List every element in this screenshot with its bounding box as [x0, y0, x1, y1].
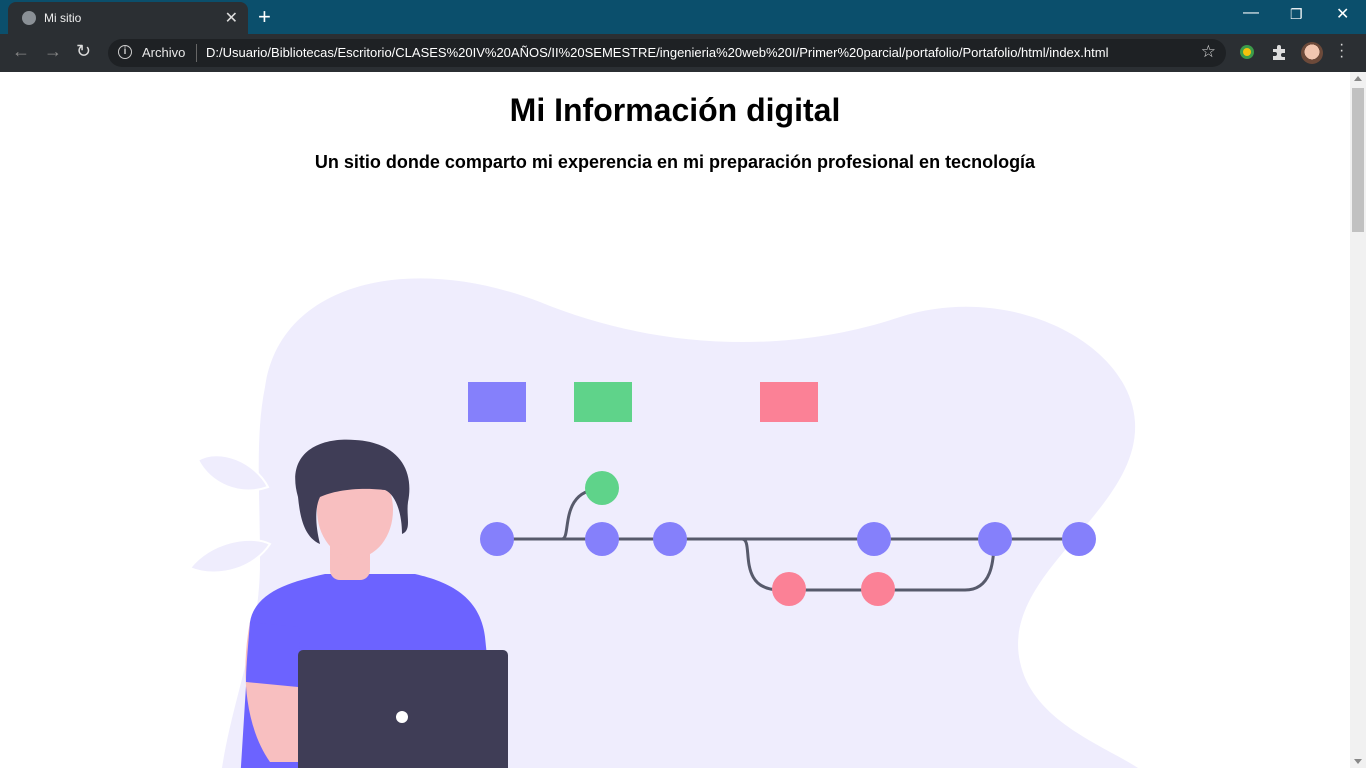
page-subtitle: Un sitio donde comparto mi experencia en… [314, 152, 1036, 172]
minimize-button[interactable]: — [1243, 4, 1259, 22]
globe-icon [22, 11, 36, 25]
git-node [857, 522, 891, 556]
url-text[interactable]: D:/Usuario/Bibliotecas/Escritorio/CLASES… [206, 45, 1108, 60]
profile-avatar[interactable] [1301, 42, 1323, 64]
address-scheme-label: Archivo [142, 45, 186, 60]
git-node [653, 522, 687, 556]
purple-square [468, 382, 526, 422]
restore-button[interactable]: ❐ [1290, 6, 1303, 23]
close-window-button[interactable]: ✕ [1336, 4, 1349, 24]
git-node-pink [772, 572, 806, 606]
scroll-down-icon[interactable] [1354, 759, 1362, 764]
git-node [480, 522, 514, 556]
browser-toolbar: ← → ↻ i Archivo D:/Usuario/Bibliotecas/E… [0, 34, 1366, 72]
vertical-scrollbar[interactable] [1350, 72, 1366, 768]
git-node [585, 522, 619, 556]
laptop-logo-dot [396, 711, 408, 723]
back-button[interactable]: ← [12, 41, 30, 62]
pink-square [760, 382, 818, 422]
reload-button[interactable]: ↻ [76, 41, 91, 62]
scroll-up-icon[interactable] [1354, 76, 1362, 81]
git-node [978, 522, 1012, 556]
hero-illustration [188, 278, 1138, 768]
sleeve [246, 622, 300, 687]
address-bar[interactable]: i Archivo D:/Usuario/Bibliotecas/Escrito… [108, 39, 1226, 67]
page-title: Mi Información digital [509, 92, 841, 128]
puzzle-icon[interactable] [1270, 43, 1288, 61]
info-icon[interactable]: i [118, 45, 132, 59]
browser-tab[interactable]: Mi sitio ✕ [8, 2, 248, 34]
laptop [298, 650, 508, 768]
leaf-icon [188, 454, 272, 574]
close-icon[interactable]: ✕ [225, 8, 238, 28]
git-node-pink [861, 572, 895, 606]
bookmark-star-icon[interactable]: ☆ [1201, 42, 1216, 62]
git-node [1062, 522, 1096, 556]
page-viewport: Mi Información digital Un sitio donde co… [0, 72, 1350, 768]
git-node-green [585, 471, 619, 505]
extension-icon[interactable] [1238, 43, 1256, 61]
scrollbar-thumb[interactable] [1352, 88, 1364, 232]
browser-titlebar: Mi sitio ✕ + — ❐ ✕ [0, 0, 1366, 34]
menu-icon[interactable]: · · · [1339, 37, 1344, 65]
tab-title: Mi sitio [44, 11, 82, 25]
new-tab-button[interactable]: + [258, 4, 271, 30]
forward-button[interactable]: → [44, 41, 62, 62]
green-square [574, 382, 632, 422]
address-separator [196, 44, 197, 62]
